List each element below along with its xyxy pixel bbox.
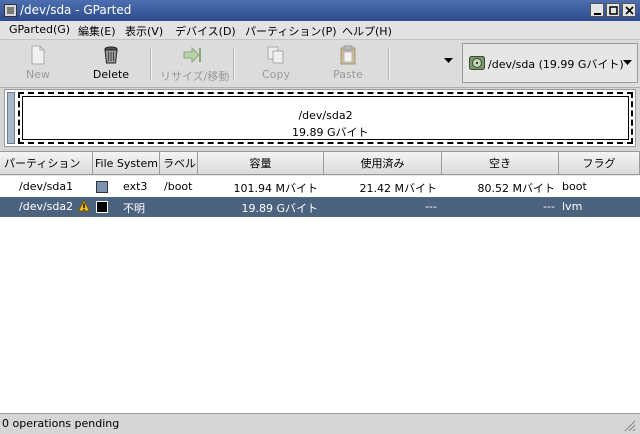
device-selector[interactable]: /dev/sda (19.99 Gバイト): [462, 43, 638, 83]
table-header: パーティション File System ラベル 容量 使用済み 空き フラグ: [0, 152, 640, 176]
menu-bar: GParted(G) 編集(E) 表示(V) デバイス(D) パーティション(P…: [0, 21, 640, 40]
warning-icon: [78, 200, 90, 212]
cell-used: 21.42 Mバイト: [359, 182, 437, 195]
gparted-window: /dev/sda - GParted GParted(G) 編集(E) 表示(V…: [0, 0, 640, 434]
paste-button[interactable]: Paste: [316, 42, 380, 84]
column-header-label[interactable]: ラベル: [160, 152, 198, 175]
close-icon: [625, 6, 634, 15]
new-button[interactable]: New: [6, 42, 70, 84]
hard-disk-icon: [469, 56, 485, 70]
column-header-flags[interactable]: フラグ: [559, 152, 640, 175]
device-selector-value: /dev/sda (19.99 Gバイト): [488, 58, 624, 71]
menu-device[interactable]: デバイス(D): [175, 23, 236, 39]
close-button[interactable]: [622, 3, 636, 17]
column-header-filesystem[interactable]: File System: [93, 152, 160, 175]
column-header-partition[interactable]: パーティション: [0, 152, 93, 175]
delete-button[interactable]: Delete: [79, 42, 143, 84]
filesystem-color-swatch: [96, 201, 108, 213]
disk-visualization: /dev/sda2 19.89 Gバイト: [4, 89, 636, 147]
app-icon[interactable]: [4, 4, 17, 17]
column-header-size[interactable]: 容量: [198, 152, 324, 175]
copy-label: Copy: [262, 68, 290, 81]
toolbar-overflow-arrow-icon[interactable]: [444, 58, 453, 64]
column-header-used[interactable]: 使用済み: [324, 152, 442, 175]
menu-edit[interactable]: 編集(E): [78, 23, 116, 39]
status-text: 0 operations pending: [2, 417, 120, 430]
cell-free: ---: [543, 200, 555, 213]
resize-grip-icon[interactable]: [624, 420, 636, 432]
partition-block-sda2[interactable]: /dev/sda2 19.89 Gバイト: [18, 92, 633, 144]
new-label: New: [26, 68, 50, 81]
menu-view[interactable]: 表示(V): [125, 23, 163, 39]
maximize-button[interactable]: [606, 3, 620, 17]
resize-move-button[interactable]: リサイズ/移動: [160, 42, 230, 84]
minimize-icon: [594, 13, 601, 15]
cell-partition: /dev/sda1: [19, 180, 74, 193]
partition-block-size: 19.89 Gバイト: [292, 126, 369, 139]
minimize-button[interactable]: [590, 3, 604, 17]
column-header-free[interactable]: 空き: [442, 152, 559, 175]
delete-label: Delete: [92, 68, 130, 81]
cell-filesystem: ext3: [123, 180, 148, 193]
menu-partition[interactable]: パーティション(P): [245, 23, 337, 39]
trash-icon: [104, 46, 118, 64]
paste-label: Paste: [333, 68, 363, 81]
resize-move-icon: [183, 46, 201, 64]
cell-partition: /dev/sda2: [19, 200, 74, 213]
resize-move-label: リサイズ/移動: [160, 70, 230, 83]
cell-size: 101.94 Mバイト: [233, 182, 318, 195]
toolbar-separator: [233, 48, 235, 80]
maximize-icon: [609, 6, 618, 15]
partition-table: パーティション File System ラベル 容量 使用済み 空き フラグ /…: [0, 151, 640, 414]
copy-icon: [267, 46, 284, 64]
paste-icon: [340, 45, 356, 65]
menu-gparted[interactable]: GParted(G): [9, 23, 70, 36]
toolbar-separator: [150, 48, 152, 80]
filesystem-color-swatch: [96, 181, 108, 193]
cell-flags: boot: [562, 180, 587, 193]
cell-filesystem: 不明: [123, 202, 145, 215]
table-row-selected[interactable]: /dev/sda2 不明 19.89 Gバイト --- --- lvm: [0, 197, 640, 217]
cell-size: 19.89 Gバイト: [241, 202, 318, 215]
toolbar-separator: [388, 48, 390, 80]
chevron-down-icon: [623, 60, 632, 65]
partition-block-name: /dev/sda2: [298, 109, 353, 122]
cell-free: 80.52 Mバイト: [477, 182, 555, 195]
menu-help[interactable]: ヘルプ(H): [342, 23, 392, 39]
title-bar[interactable]: /dev/sda - GParted: [0, 0, 640, 21]
table-row[interactable]: /dev/sda1 ext3 /boot 101.94 Mバイト 21.42 M…: [0, 177, 640, 197]
cell-used: ---: [425, 200, 437, 213]
cell-flags: lvm: [562, 200, 583, 213]
status-bar: 0 operations pending: [0, 413, 640, 434]
new-document-icon: [31, 45, 45, 65]
cell-label: /boot: [164, 180, 193, 193]
window-title: /dev/sda - GParted: [20, 3, 132, 17]
copy-button[interactable]: Copy: [244, 42, 308, 84]
partition-block-sda1[interactable]: [7, 92, 15, 144]
